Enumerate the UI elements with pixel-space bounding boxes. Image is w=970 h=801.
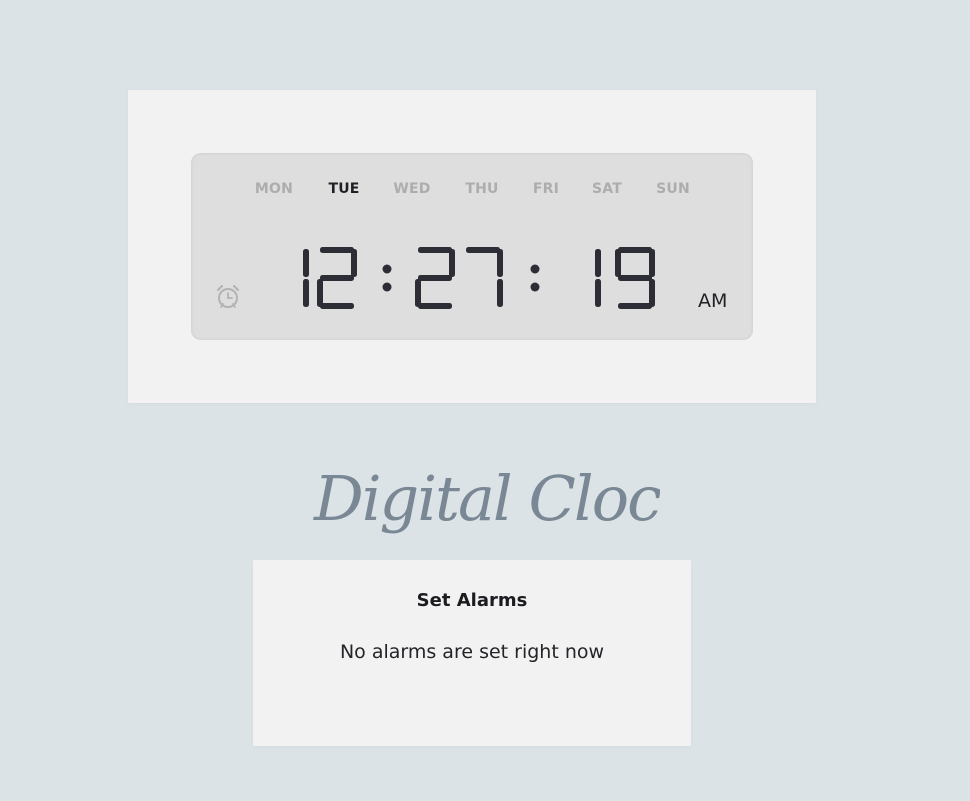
meridiem-label: AM [698,290,728,312]
colon-separator-1 [382,264,392,292]
alarm-clock-icon[interactable] [214,283,242,311]
weekday-row: MON TUE WED THU FRI SAT SUN [191,181,753,201]
clock-display: MON TUE WED THU FRI SAT SUN AM [191,153,753,340]
day-tue: TUE [328,181,360,197]
hours-digit-2 [317,247,357,309]
seconds-digit-2 [615,247,655,309]
seconds-digit-1 [595,249,601,307]
time-display [303,247,655,309]
clock-card: MON TUE WED THU FRI SAT SUN AM [128,90,816,403]
day-sun: SUN [656,181,690,197]
hours-digit-1 [303,249,309,307]
page-title-text: Digital Clock [313,462,660,535]
alarms-title: Set Alarms [416,590,528,611]
page-title: Digital Clock [313,462,660,535]
day-sat: SAT [592,181,622,197]
minutes-digit-2 [466,247,503,307]
colon-separator-2 [530,264,540,292]
day-thu: THU [465,181,499,197]
alarms-empty-message: No alarms are set right now [339,641,605,663]
day-mon: MON [254,181,294,197]
minutes-digit-1 [415,247,455,309]
alarms-panel: Set Alarms No alarms are set right now [253,560,691,746]
day-fri: FRI [532,181,560,197]
day-wed: WED [393,181,431,197]
digital-clock-page: MON TUE WED THU FRI SAT SUN AM Digital C… [0,0,970,801]
